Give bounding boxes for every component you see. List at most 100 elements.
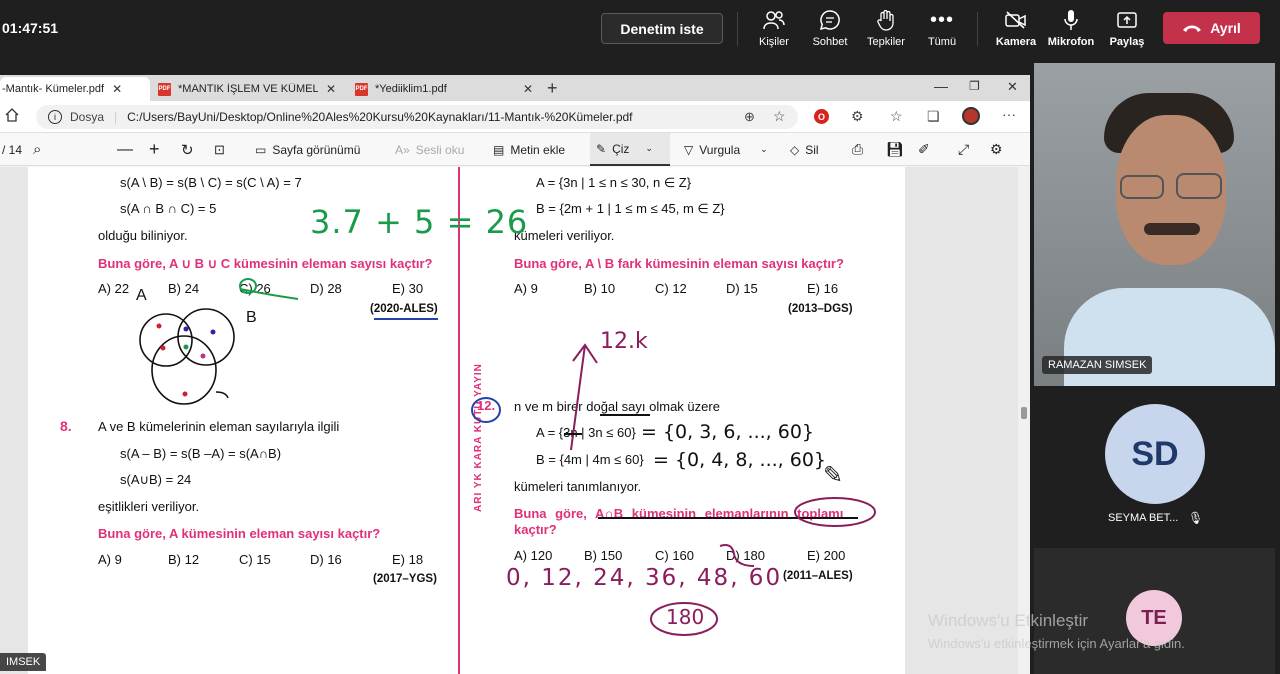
- option-a[interactable]: A) 22: [98, 281, 129, 296]
- fullscreen-icon[interactable]: ⤢: [958, 133, 969, 166]
- leave-label: Ayrıl: [1210, 20, 1241, 36]
- erase-button[interactable]: ◇ Sil: [790, 133, 819, 166]
- profile-avatar[interactable]: [962, 107, 980, 125]
- new-tab-icon[interactable]: +: [547, 78, 558, 99]
- read-aloud-button[interactable]: A» Sesli oku: [395, 133, 464, 166]
- rotate-icon[interactable]: ↻: [181, 133, 194, 166]
- add-text-icon: ▤: [493, 142, 505, 157]
- highlight-circle-mark: [794, 497, 876, 527]
- settings-more-icon[interactable]: ···: [1002, 106, 1016, 122]
- question-text: Buna göre, A kümesinin eleman sayısı kaç…: [98, 526, 381, 541]
- close-icon[interactable]: ✕: [523, 82, 533, 96]
- people-button[interactable]: Kişiler: [754, 8, 794, 52]
- close-icon[interactable]: ✕: [112, 82, 122, 96]
- presenter-tag: IMSEK: [0, 653, 47, 671]
- option-b[interactable]: B) 12: [168, 552, 199, 567]
- source-label: (2011–ALES): [783, 570, 853, 582]
- camera-button[interactable]: Kamera: [994, 8, 1038, 52]
- column-divider: [458, 167, 460, 674]
- option-d[interactable]: D) 16: [310, 552, 342, 567]
- minimize-icon[interactable]: —: [934, 78, 948, 94]
- restore-icon[interactable]: ❐: [969, 79, 980, 93]
- chevron-down-icon[interactable]: ⌄: [645, 143, 653, 154]
- leave-button[interactable]: Ayrıl: [1163, 12, 1260, 44]
- pdf-settings-icon[interactable]: ⚙: [990, 133, 1003, 166]
- microphone-label: Mikrofon: [1047, 36, 1095, 48]
- home-icon[interactable]: [5, 108, 19, 127]
- toolbar-divider: [737, 12, 738, 46]
- question-number: 8.: [60, 418, 72, 434]
- option-c[interactable]: C) 160: [655, 548, 694, 563]
- save-icon[interactable]: 💾︎: [886, 133, 904, 166]
- option-e[interactable]: E) 18: [392, 552, 423, 567]
- page-view-label: Sayfa görünümü: [272, 142, 361, 157]
- page-view-button[interactable]: ▭ Sayfa görünümü: [255, 133, 360, 166]
- meeting-timer: 01:47:51: [2, 20, 59, 36]
- chat-label: Sohbet: [812, 36, 848, 48]
- phone-hangup-icon: [1183, 25, 1202, 32]
- request-control-button[interactable]: Denetim iste: [601, 13, 723, 44]
- add-text-label: Metin ekle: [510, 142, 566, 157]
- option-c[interactable]: C) 15: [239, 552, 271, 567]
- option-e[interactable]: E) 30: [392, 281, 423, 296]
- tab-mantik-islem[interactable]: PDF *MANTIK İŞLEM VE KÜMELER 20 ✕: [158, 77, 343, 101]
- option-e[interactable]: E) 16: [807, 281, 838, 296]
- venn-diagram: [139, 308, 235, 405]
- vertical-scrollbar[interactable]: [1018, 167, 1030, 674]
- option-b[interactable]: B) 10: [584, 281, 615, 296]
- window-close-icon[interactable]: ✕: [1007, 79, 1018, 95]
- tab-label: -Mantık- Kümeler.pdf: [2, 83, 105, 95]
- save-as-icon[interactable]: ✐: [918, 133, 930, 166]
- zoom-in-icon[interactable]: +: [149, 133, 160, 166]
- question-text: Buna göre, A ∪ B ∪ C kümesinin eleman sa…: [98, 256, 433, 271]
- close-icon[interactable]: ✕: [326, 82, 336, 96]
- opera-extension-icon[interactable]: O: [814, 109, 829, 124]
- underline-mark: [564, 433, 582, 435]
- option-d[interactable]: D) 28: [310, 281, 342, 296]
- print-icon[interactable]: ⎙: [852, 133, 863, 166]
- draw-button[interactable]: ✎ Çiz ⌄: [590, 133, 670, 166]
- chat-icon: [819, 8, 841, 32]
- option-e[interactable]: E) 200: [807, 548, 845, 563]
- equation-line: A = {3n | 1 ≤ n ≤ 30, n ∈ Z}: [536, 175, 692, 190]
- pdf-viewer: ARI YK KARA KUTU YAYIN s(A \ B) = s(B \ …: [0, 167, 1030, 674]
- option-a[interactable]: A) 9: [98, 552, 122, 567]
- option-a[interactable]: A) 120: [514, 548, 552, 563]
- favorite-icon[interactable]: ☆: [773, 108, 786, 125]
- more-button[interactable]: ••• Tümü: [922, 8, 962, 52]
- collections-icon[interactable]: ❏: [927, 108, 940, 125]
- url-text: C:/Users/BayUni/Desktop/Online%20Ales%20…: [127, 110, 633, 124]
- tab-yediiklim[interactable]: PDF *Yediiklim1.pdf ✕: [355, 77, 540, 101]
- chat-button[interactable]: Sohbet: [810, 8, 850, 52]
- zoom-out-icon[interactable]: —: [117, 133, 133, 166]
- text-line: n ve m birer doğal sayı olmak üzere: [514, 399, 720, 414]
- fit-page-icon[interactable]: ⊡: [214, 133, 225, 166]
- share-button[interactable]: Paylaş: [1108, 8, 1146, 52]
- microphone-button[interactable]: Mikrofon: [1047, 8, 1095, 52]
- text-line: kümeleri tanımlanıyor.: [514, 479, 642, 494]
- option-d[interactable]: D) 15: [726, 281, 758, 296]
- scrollbar-thumb[interactable]: [1021, 407, 1027, 419]
- page-view-icon: ▭: [255, 142, 267, 157]
- zoom-icon[interactable]: ⊕: [744, 109, 755, 125]
- tab-strip: -Mantık- Kümeler.pdf ✕ PDF *MANTIK İŞLEM…: [0, 75, 1030, 101]
- reactions-button[interactable]: Tepkiler: [864, 8, 908, 52]
- handwritten-note: 12.k: [600, 329, 648, 354]
- url-field[interactable]: i Dosya | C:/Users/BayUni/Desktop/Online…: [36, 105, 798, 129]
- toolbar-divider: [977, 12, 978, 46]
- extensions-icon[interactable]: ⚙: [851, 108, 864, 125]
- text-line: olduğu biliniyor.: [98, 228, 188, 243]
- mic-off-icon: 🎙︎: [1188, 511, 1204, 525]
- camera-off-icon: [1004, 8, 1028, 32]
- tab-kumeler[interactable]: -Mantık- Kümeler.pdf ✕: [0, 77, 150, 101]
- option-c[interactable]: C) 12: [655, 281, 687, 296]
- search-icon[interactable]: ⌕: [33, 133, 41, 166]
- option-a[interactable]: A) 9: [514, 281, 538, 296]
- chevron-down-icon[interactable]: ⌄: [760, 144, 768, 155]
- answer-mark: [239, 278, 299, 300]
- highlight-button[interactable]: ▽ Vurgula ⌄: [684, 133, 768, 166]
- favorites-icon[interactable]: ☆: [890, 108, 903, 125]
- info-icon[interactable]: i: [48, 110, 62, 124]
- option-b[interactable]: B) 150: [584, 548, 622, 563]
- add-text-button[interactable]: ▤ Metin ekle: [493, 133, 565, 166]
